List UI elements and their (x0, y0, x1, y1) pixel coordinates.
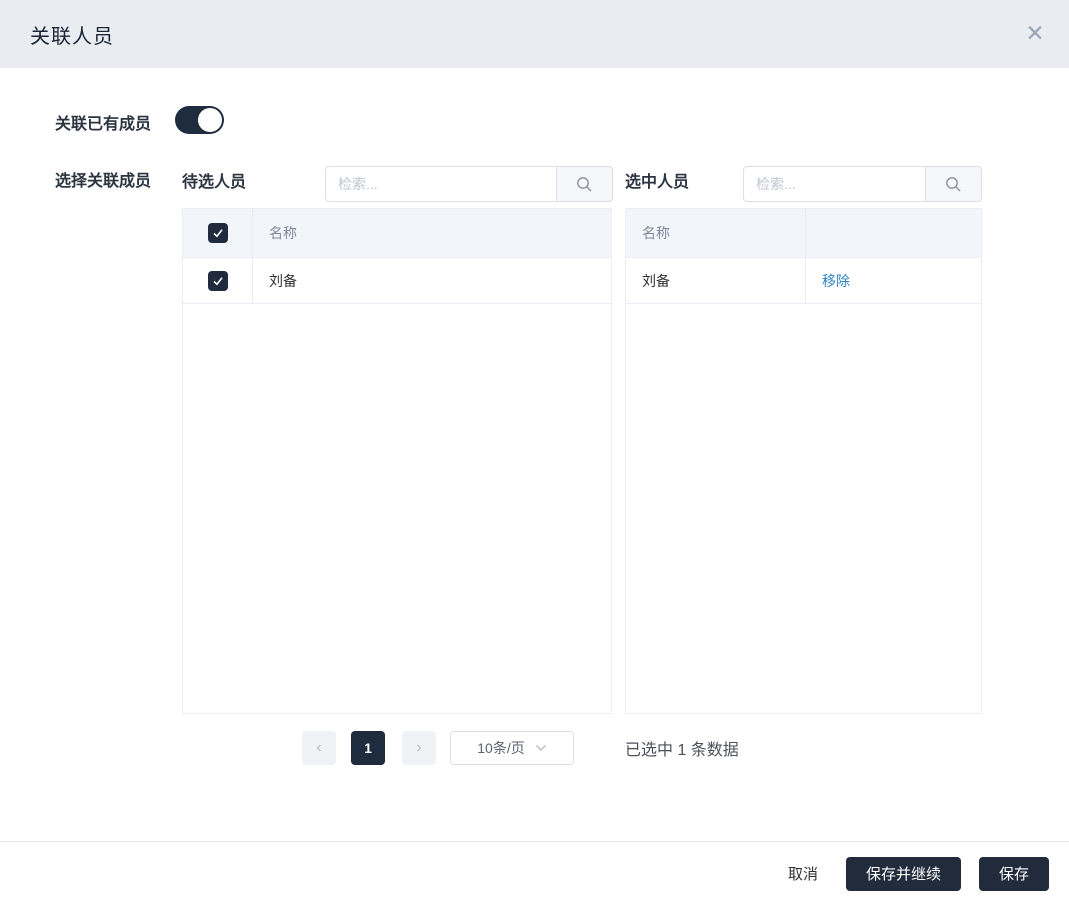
selected-name: 刘备 (626, 258, 806, 303)
select-associated-members-label: 选择关联成员 (55, 167, 151, 191)
page-size-select[interactable]: 10条/页 (450, 731, 574, 765)
remove-link[interactable]: 移除 (822, 271, 850, 291)
chevron-down-icon (535, 744, 547, 752)
candidates-panel-title: 待选人员 (182, 168, 246, 192)
current-page[interactable]: 1 (351, 731, 385, 765)
associate-existing-members-label: 关联已有成员 (55, 110, 151, 134)
candidate-name: 刘备 (253, 258, 611, 303)
save-and-continue-button[interactable]: 保存并继续 (846, 857, 961, 891)
dialog-header: 关联人员 ✕ (0, 0, 1069, 68)
prev-page-button[interactable]: ‹ (302, 731, 336, 765)
search-button[interactable] (556, 166, 613, 202)
action-column-header (806, 209, 981, 258)
check-icon (212, 227, 224, 239)
selected-panel-title: 选中人员 (625, 168, 689, 192)
close-icon[interactable]: ✕ (1023, 22, 1047, 46)
chevron-left-icon: ‹ (316, 739, 321, 757)
search-button[interactable] (925, 166, 982, 202)
next-page-button[interactable]: › (402, 731, 436, 765)
row-checkbox[interactable] (208, 271, 228, 291)
table-row: 刘备 移除 (626, 258, 981, 304)
page-title: 关联人员 (30, 20, 114, 49)
candidates-table-header: 名称 (183, 209, 611, 258)
pagination: ‹ 1 › 10条/页 (302, 731, 574, 765)
dialog-footer: 取消 保存并继续 保存 (0, 841, 1069, 905)
selected-table: 名称 刘备 移除 (625, 208, 982, 714)
associate-existing-members-toggle[interactable] (175, 106, 224, 134)
selected-table-header: 名称 (626, 209, 981, 258)
candidates-table: 名称 刘备 (182, 208, 612, 714)
selected-search-input[interactable] (743, 166, 925, 202)
cancel-button[interactable]: 取消 (778, 855, 828, 892)
save-button[interactable]: 保存 (979, 857, 1049, 891)
selected-search (743, 166, 982, 202)
toggle-knob (198, 108, 222, 132)
check-icon (212, 275, 224, 287)
chevron-right-icon: › (416, 739, 421, 757)
candidates-search (325, 166, 613, 202)
table-row: 刘备 (183, 258, 611, 304)
associate-personnel-dialog: 关联人员 ✕ 关联已有成员 选择关联成员 待选人员 名称 (0, 0, 1069, 905)
selected-count-text: 已选中 1 条数据 (625, 736, 739, 760)
page-size-value: 10条/页 (477, 738, 524, 758)
search-icon (576, 176, 593, 193)
candidates-search-input[interactable] (325, 166, 556, 202)
search-icon (945, 176, 962, 193)
name-column-header: 名称 (626, 209, 806, 258)
select-all-checkbox[interactable] (208, 223, 228, 243)
name-column-header: 名称 (253, 209, 611, 258)
